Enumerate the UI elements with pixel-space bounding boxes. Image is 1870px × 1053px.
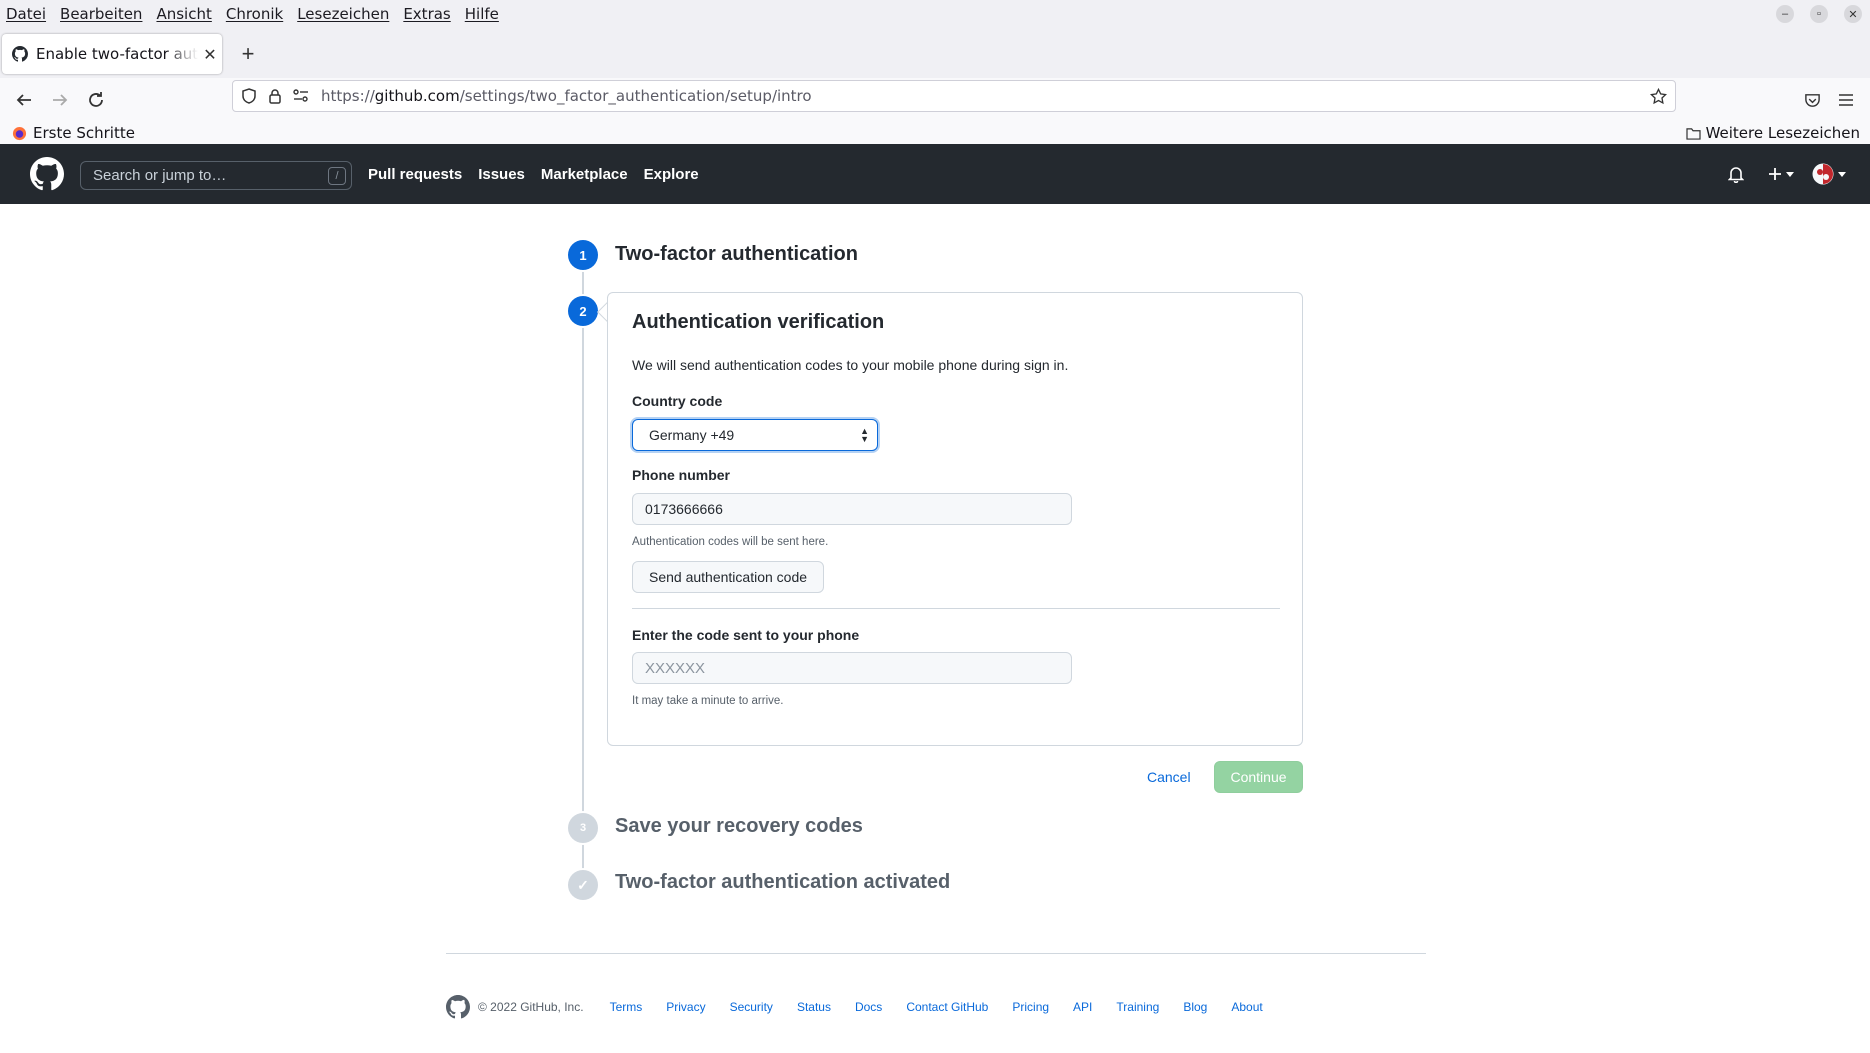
send-authentication-code-button[interactable]: Send authentication code — [632, 561, 825, 593]
folder-icon — [1685, 127, 1701, 140]
bookmark-erste-schritte[interactable]: Erste Schritte — [12, 122, 135, 144]
github-header: / Pull requests Issues Marketplace Explo… — [0, 144, 1870, 204]
tab-title: Enable two-factor authentication — [36, 45, 198, 63]
minimize-icon[interactable]: – — [1776, 5, 1794, 23]
restore-icon[interactable]: ▫ — [1810, 5, 1828, 23]
nav-issues[interactable]: Issues — [478, 166, 525, 183]
footer-link-security[interactable]: Security — [730, 1000, 773, 1014]
menu-lesezeichen[interactable]: Lesezeichen — [297, 5, 389, 23]
footer-link-privacy[interactable]: Privacy — [666, 1000, 705, 1014]
user-menu-button[interactable] — [1812, 163, 1846, 185]
country-code-value: Germany +49 — [649, 427, 735, 443]
github-nav: Pull requests Issues Marketplace Explore — [368, 144, 715, 204]
verification-card: Authentication verification We will send… — [607, 292, 1303, 746]
code-label: Enter the code sent to your phone — [632, 627, 860, 643]
browser-menubar: Datei Bearbeiten Ansicht Chronik Lesezei… — [0, 0, 1870, 28]
github-favicon-icon — [12, 46, 28, 62]
menu-ansicht[interactable]: Ansicht — [156, 5, 211, 23]
nav-marketplace[interactable]: Marketplace — [541, 166, 628, 183]
step-2-title: Authentication verification — [632, 311, 885, 333]
phone-number-label: Phone number — [632, 467, 731, 483]
footer-link-contact[interactable]: Contact GitHub — [906, 1000, 988, 1014]
footer-divider — [446, 953, 1426, 954]
menu-bearbeiten[interactable]: Bearbeiten — [60, 5, 142, 23]
step-1-title: Two-factor authentication — [615, 243, 858, 265]
step-3-badge: 3 — [568, 813, 598, 843]
tab-close-icon[interactable]: ✕ — [198, 45, 222, 64]
country-code-label: Country code — [632, 393, 723, 409]
forward-arrow-icon[interactable] — [44, 84, 76, 116]
footer-link-terms[interactable]: Terms — [610, 1000, 643, 1014]
step-3-title: Save your recovery codes — [615, 815, 863, 837]
browser-navbar: https://github.com/settings/two_factor_a… — [0, 78, 1870, 122]
nav-pull-requests[interactable]: Pull requests — [368, 166, 462, 183]
shield-icon[interactable] — [241, 88, 257, 104]
search-input[interactable] — [81, 162, 321, 189]
bookmark-star-icon[interactable] — [1650, 88, 1667, 105]
footer: © 2022 GitHub, Inc. Terms Privacy Securi… — [446, 994, 1287, 1020]
form-divider — [632, 608, 1280, 609]
reload-icon[interactable] — [80, 84, 112, 116]
code-input[interactable] — [632, 652, 1072, 684]
search-shortcut-key: / — [328, 167, 346, 185]
step-2-badge: 2 — [568, 296, 598, 326]
footer-link-api[interactable]: API — [1073, 1000, 1092, 1014]
permissions-icon[interactable] — [293, 89, 309, 103]
close-window-icon[interactable]: ✕ — [1844, 5, 1862, 23]
header-right-actions — [1728, 144, 1846, 204]
github-logo-icon[interactable] — [30, 157, 64, 191]
browser-tabbar: Enable two-factor authentication ✕ + — [0, 28, 1870, 78]
caret-down-icon — [1786, 171, 1794, 177]
footer-link-docs[interactable]: Docs — [855, 1000, 882, 1014]
url-bar[interactable]: https://github.com/settings/two_factor_a… — [232, 80, 1676, 112]
menu-datei[interactable]: Datei — [6, 5, 46, 23]
phone-number-input[interactable] — [632, 493, 1072, 525]
step-4-title: Two-factor authentication activated — [615, 871, 951, 893]
firefox-icon — [12, 126, 27, 140]
plus-icon — [1769, 168, 1781, 180]
back-arrow-icon[interactable] — [8, 84, 40, 116]
bell-icon[interactable] — [1728, 165, 1744, 183]
footer-link-status[interactable]: Status — [797, 1000, 831, 1014]
hamburger-menu-icon[interactable] — [1830, 84, 1862, 116]
create-new-button[interactable] — [1768, 167, 1794, 181]
pocket-icon[interactable] — [1796, 84, 1828, 116]
avatar — [1812, 163, 1834, 185]
select-arrows-icon: ▲ ▼ — [860, 426, 869, 444]
footer-link-training[interactable]: Training — [1116, 1000, 1159, 1014]
step-1-badge: 1 — [568, 240, 598, 270]
footer-copyright: © 2022 GitHub, Inc. — [478, 1000, 584, 1014]
browser-tab[interactable]: Enable two-factor authentication ✕ — [2, 34, 222, 74]
code-note: It may take a minute to arrive. — [632, 695, 784, 707]
footer-link-about[interactable]: About — [1231, 1000, 1262, 1014]
caret-down-icon — [1838, 171, 1846, 177]
step-4-check-icon: ✓ — [568, 870, 598, 900]
nav-explore[interactable]: Explore — [644, 166, 699, 183]
new-tab-icon[interactable]: + — [234, 40, 262, 68]
menu-hilfe[interactable]: Hilfe — [465, 5, 499, 23]
continue-button[interactable]: Continue — [1214, 761, 1303, 793]
cancel-link[interactable]: Cancel — [1147, 769, 1191, 785]
bookmark-weitere-lesezeichen[interactable]: Weitere Lesezeichen — [1685, 122, 1860, 144]
menu-extras[interactable]: Extras — [403, 5, 450, 23]
footer-link-blog[interactable]: Blog — [1183, 1000, 1207, 1014]
lock-icon[interactable] — [267, 88, 283, 104]
verification-description: We will send authentication codes to you… — [632, 357, 1069, 373]
country-code-select[interactable]: Germany +49 ▲ ▼ — [632, 419, 878, 451]
url-text[interactable]: https://github.com/settings/two_factor_a… — [321, 87, 812, 105]
steps-timeline-line — [582, 254, 584, 886]
github-footer-logo-icon[interactable] — [446, 995, 470, 1019]
github-search[interactable]: / — [80, 161, 352, 190]
footer-link-pricing[interactable]: Pricing — [1012, 1000, 1049, 1014]
menu-chronik[interactable]: Chronik — [226, 5, 283, 23]
phone-number-note: Authentication codes will be sent here. — [632, 536, 829, 548]
bookmarks-bar: Erste Schritte Weitere Lesezeichen — [0, 122, 1870, 144]
